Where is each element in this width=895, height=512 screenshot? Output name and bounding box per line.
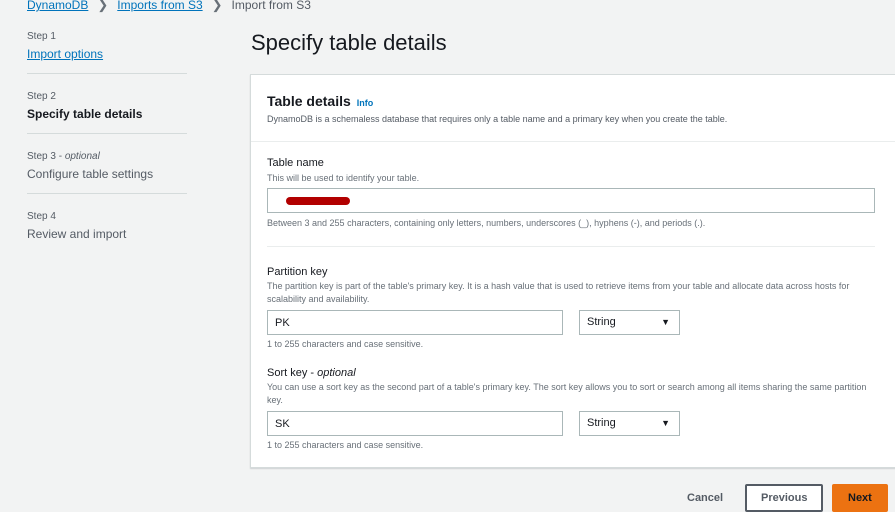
page-title: Specify table details [251,30,447,55]
partition-key-input[interactable] [267,310,563,335]
table-details-panel: Table details Info DynamoDB is a schemale… [250,74,895,468]
redaction-mark [286,197,350,205]
step-4: Step 4 Review and import [27,210,187,253]
table-name-input[interactable] [267,188,875,213]
previous-button[interactable]: Previous [745,484,824,512]
optional-tag: optional [64,151,100,162]
step-number: Step 3 - optional [27,151,100,162]
panel-description: DynamoDB is a schemaless database that r… [267,114,728,124]
breadcrumb-dynamodb[interactable]: DynamoDB [27,0,88,12]
step-label: Review and import [27,227,127,241]
divider [267,246,875,247]
partition-key-description: The partition key is part of the table's… [267,281,850,304]
panel-title: Table details Info [267,93,374,109]
breadcrumb-imports-from-s3[interactable]: Imports from S3 [117,0,202,12]
panel-header: Table details Info DynamoDB is a schemale… [251,75,895,142]
step-2: Step 2 Specify table details [27,90,187,134]
partition-key-constraint: 1 to 255 characters and case sensitive. [267,339,424,349]
chevron-right-icon: ❯ [211,0,223,12]
partition-key-type-select[interactable]: String ▼ [579,310,680,335]
caret-down-icon: ▼ [661,418,670,428]
partition-key-label: Partition key [267,266,328,278]
table-name-description: This will be used to identify your table… [267,173,420,183]
wizard-steps: Step 1 Import options Step 2 Specify tab… [27,30,187,269]
step-number: Step 1 [27,31,56,42]
step-3: Step 3 - optional Configure table settin… [27,150,187,194]
step-label: Configure table settings [27,167,154,181]
sort-key-constraint: 1 to 255 characters and case sensitive. [267,440,424,450]
cancel-button[interactable]: Cancel [671,484,739,512]
breadcrumb: DynamoDB ❯ Imports from S3 ❯ Import from… [27,0,311,12]
step-link-import-options[interactable]: Import options [27,47,187,62]
next-button[interactable]: Next [832,484,888,512]
caret-down-icon: ▼ [661,317,670,327]
step-1: Step 1 Import options [27,30,187,74]
step-label-current: Specify table details [27,107,143,121]
step-number: Step 2 [27,91,56,102]
sort-key-description: You can use a sort key as the second par… [267,382,867,405]
sort-key-label: Sort key - optional [267,367,356,379]
step-number: Step 4 [27,211,56,222]
breadcrumb-current: Import from S3 [231,0,311,12]
chevron-right-icon: ❯ [97,0,109,12]
table-name-constraint: Between 3 and 255 characters, containing… [267,218,706,228]
info-link[interactable]: Info [357,98,374,108]
table-name-label: Table name [267,157,324,169]
optional-tag: optional [317,367,356,379]
sort-key-type-select[interactable]: String ▼ [579,411,680,436]
sort-key-input[interactable] [267,411,563,436]
